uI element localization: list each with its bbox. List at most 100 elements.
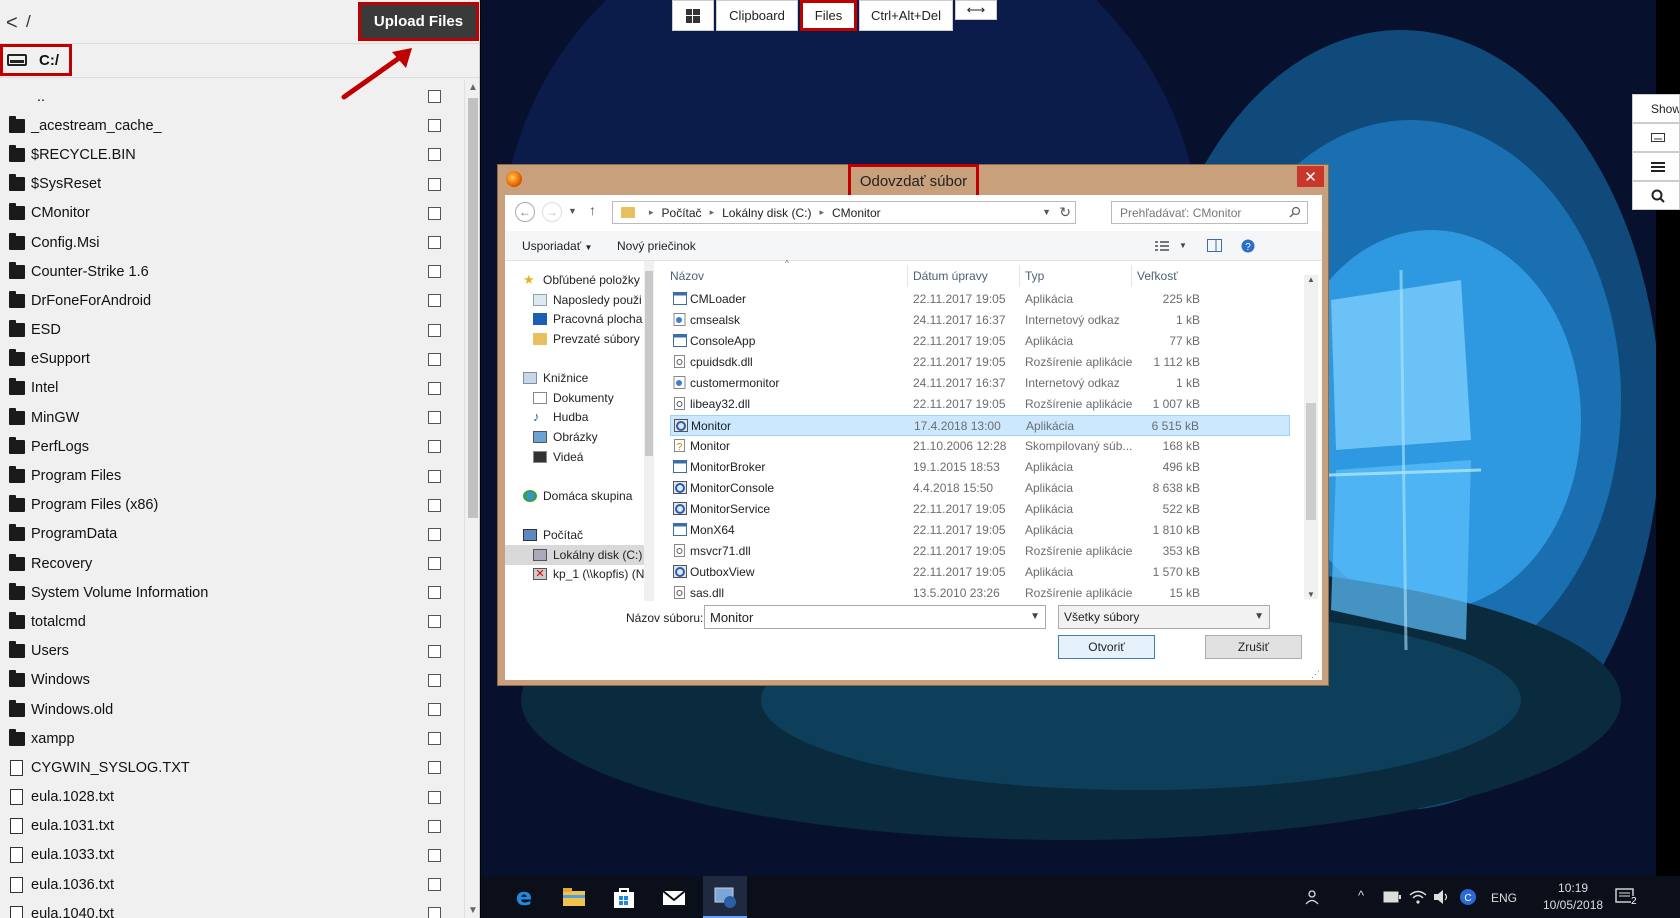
- new-folder-button[interactable]: Nový priečinok: [617, 239, 696, 253]
- select-checkbox[interactable]: [428, 177, 441, 191]
- breadcrumb-local-disk[interactable]: Lokálny disk (C:): [722, 206, 811, 220]
- table-row[interactable]: MonX64 22.11.2017 19:05 Aplikácia 1 810 kB: [670, 520, 1290, 541]
- column-divider[interactable]: [1131, 265, 1132, 287]
- nav-computer[interactable]: Počítač: [523, 525, 583, 545]
- table-row[interactable]: OutboxView 22.11.2017 19:05 Aplikácia 1 570…: [670, 562, 1290, 583]
- preview-pane-icon[interactable]: [1207, 239, 1222, 252]
- list-item[interactable]: PerfLogs: [0, 432, 464, 461]
- view-chevron-down-icon[interactable]: ▼: [1179, 241, 1187, 250]
- list-item[interactable]: DrFoneForAndroid: [0, 286, 464, 315]
- list-item[interactable]: _acestream_cache_: [0, 111, 464, 140]
- zoom-button[interactable]: [1632, 181, 1680, 210]
- list-item[interactable]: eula.1031.txt: [0, 812, 464, 841]
- list-item[interactable]: CYGWIN_SYSLOG.TXT: [0, 753, 464, 782]
- nav-documents[interactable]: Dokumenty: [533, 388, 614, 408]
- list-item[interactable]: Users: [0, 637, 464, 666]
- list-item[interactable]: System Volume Information: [0, 578, 464, 607]
- select-checkbox[interactable]: [428, 352, 441, 366]
- select-checkbox[interactable]: [428, 703, 441, 717]
- file-explorer-icon[interactable]: [561, 884, 587, 910]
- table-row[interactable]: cpuidsdk.dll 22.11.2017 19:05 Rozšírenie a…: [670, 352, 1290, 373]
- list-item[interactable]: Program Files: [0, 461, 464, 490]
- scroll-down-icon[interactable]: ▼: [468, 905, 478, 916]
- list-item[interactable]: ProgramData: [0, 520, 464, 549]
- list-item[interactable]: xampp: [0, 724, 464, 753]
- list-item[interactable]: totalcmd: [0, 607, 464, 636]
- view-options-icon[interactable]: [1155, 241, 1169, 251]
- list-item[interactable]: Counter-Strike 1.6: [0, 257, 464, 286]
- select-checkbox[interactable]: [428, 819, 441, 833]
- edge-browser-icon[interactable]: e: [511, 884, 537, 910]
- select-checkbox[interactable]: [428, 265, 441, 279]
- search-input[interactable]: Prehľadávať: CMonitor: [1111, 201, 1308, 224]
- nav-local-disk[interactable]: Lokálny disk (C:): [505, 545, 645, 565]
- select-checkbox[interactable]: [428, 761, 441, 775]
- chevron-down-icon[interactable]: ▼: [1042, 207, 1051, 217]
- table-row[interactable]: MonitorService 22.11.2017 19:05 Aplikácia 5…: [670, 499, 1290, 520]
- select-checkbox[interactable]: [428, 469, 441, 483]
- scrollbar-thumb[interactable]: [468, 98, 478, 518]
- table-row[interactable]: ? Monitor 21.10.2006 12:28 Skompilovaný súb…: [670, 436, 1290, 457]
- scroll-up-icon[interactable]: ▲: [468, 82, 478, 93]
- table-row[interactable]: libeay32.dll 22.11.2017 19:05 Rozšírenie a…: [670, 394, 1290, 415]
- file-list-scrollbar[interactable]: ▲ ▼: [464, 80, 479, 918]
- people-icon[interactable]: [1305, 888, 1323, 906]
- breadcrumb-computer[interactable]: Počítač: [662, 206, 702, 220]
- refresh-icon[interactable]: ↻: [1059, 204, 1071, 221]
- table-row[interactable]: CMLoader 22.11.2017 19:05 Aplikácia 225 kB: [670, 289, 1290, 310]
- select-checkbox[interactable]: [428, 206, 441, 220]
- input-language[interactable]: ENG: [1491, 891, 1517, 905]
- filetype-select[interactable]: Všetky súbory ▼: [1058, 605, 1270, 629]
- open-button[interactable]: Otvoriť: [1058, 635, 1155, 659]
- list-item[interactable]: Recovery: [0, 549, 464, 578]
- battery-icon[interactable]: [1383, 891, 1401, 903]
- windows-key-button[interactable]: [672, 0, 714, 31]
- monitor-app-icon[interactable]: [712, 884, 738, 910]
- filename-input[interactable]: Monitor ▼: [704, 605, 1046, 629]
- upload-files-button[interactable]: Upload Files: [358, 2, 479, 41]
- table-row[interactable]: msvcr71.dll 22.11.2017 19:05 Rozšírenie ap…: [670, 541, 1290, 562]
- select-checkbox[interactable]: [428, 732, 441, 746]
- list-item[interactable]: eSupport: [0, 345, 464, 374]
- forward-arrow-icon[interactable]: →: [542, 202, 562, 222]
- select-checkbox[interactable]: [428, 323, 441, 337]
- clock[interactable]: 10:19 10/05/2018: [1543, 880, 1603, 914]
- select-checkbox[interactable]: [428, 557, 441, 571]
- files-button[interactable]: Files: [800, 0, 857, 31]
- list-item[interactable]: eula.1033.txt: [0, 841, 464, 870]
- up-arrow-icon[interactable]: ↑: [589, 202, 596, 218]
- column-size[interactable]: Veľkosť: [1137, 269, 1178, 283]
- select-checkbox[interactable]: [428, 411, 441, 425]
- column-divider[interactable]: [1019, 265, 1020, 287]
- close-button[interactable]: ✕: [1297, 166, 1324, 187]
- wifi-icon[interactable]: [1409, 889, 1427, 905]
- select-checkbox[interactable]: [428, 848, 441, 862]
- file-list-scrollbar-thumb[interactable]: [1306, 403, 1316, 520]
- file-list-scrollbar[interactable]: ▲ ▼: [1304, 275, 1318, 599]
- scroll-up-icon[interactable]: ▲: [1307, 275, 1315, 284]
- nav-pictures[interactable]: Obrázky: [533, 427, 598, 447]
- nav-libraries[interactable]: Knižnice: [523, 368, 588, 388]
- clipboard-button[interactable]: Clipboard: [716, 0, 798, 31]
- select-checkbox[interactable]: [428, 381, 441, 395]
- cancel-button[interactable]: Zrušiť: [1205, 635, 1302, 659]
- table-row[interactable]: Monitor 17.4.2018 13:00 Aplikácia 6 515 kB: [670, 415, 1290, 436]
- nav-homegroup[interactable]: Domáca skupina: [523, 486, 632, 506]
- nav-recent[interactable]: Naposledy použi: [533, 290, 642, 310]
- list-item[interactable]: Windows: [0, 666, 464, 695]
- list-item[interactable]: Config.Msi: [0, 228, 464, 257]
- list-item[interactable]: $SysReset: [0, 170, 464, 199]
- list-item[interactable]: eula.1028.txt: [0, 783, 464, 812]
- organize-button[interactable]: Usporiadať ▼: [522, 239, 592, 253]
- list-item[interactable]: Intel: [0, 374, 464, 403]
- drive-selector[interactable]: C:/: [0, 44, 72, 76]
- select-checkbox[interactable]: [428, 119, 441, 133]
- nav-videos[interactable]: Videá: [533, 447, 583, 467]
- list-item[interactable]: ESD: [0, 316, 464, 345]
- column-name[interactable]: Názov: [670, 269, 704, 283]
- select-checkbox[interactable]: [428, 527, 441, 541]
- select-checkbox[interactable]: [428, 90, 441, 104]
- table-row[interactable]: MonitorBroker 19.1.2015 18:53 Aplikácia 496…: [670, 457, 1290, 478]
- back-button[interactable]: <: [6, 12, 18, 35]
- nav-scrollbar-thumb[interactable]: [645, 271, 653, 456]
